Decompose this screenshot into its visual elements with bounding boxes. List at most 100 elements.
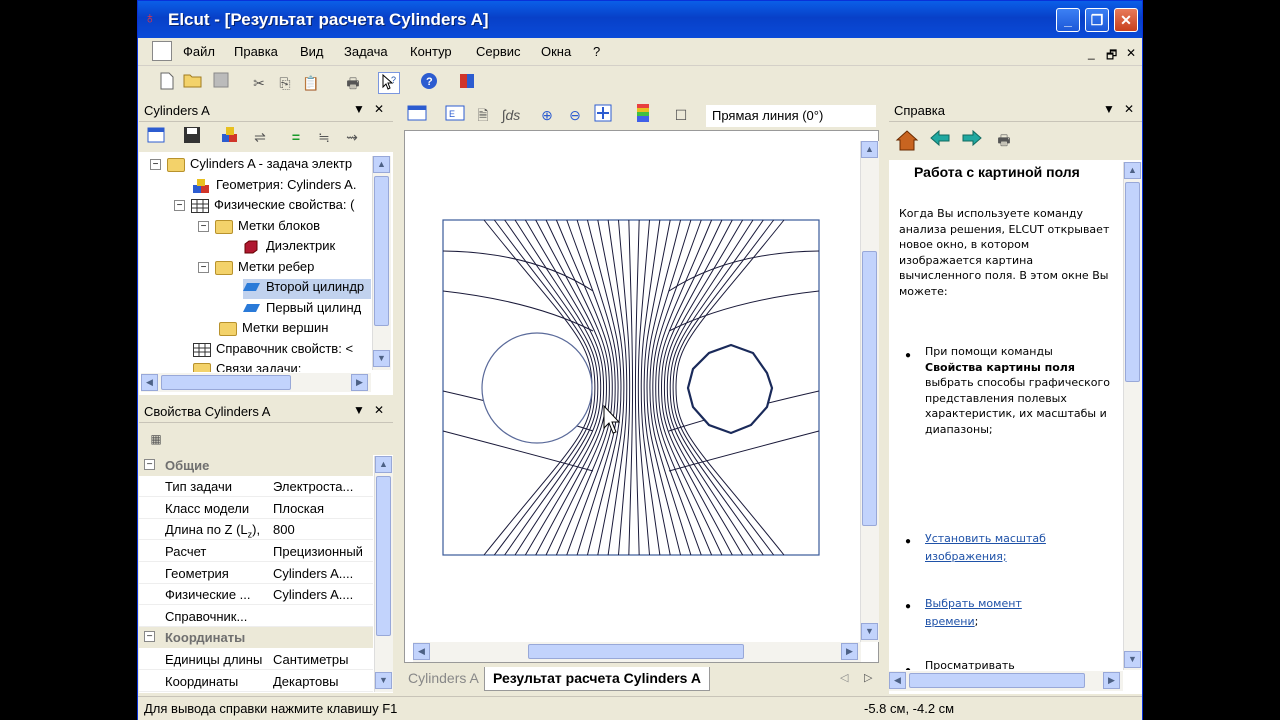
scroll-down-icon[interactable]: ▼ <box>375 672 392 689</box>
tree-item-first-cylinder[interactable]: Первый цилинд <box>243 300 371 320</box>
field-plot[interactable] <box>405 131 861 643</box>
scroll-thumb[interactable] <box>161 375 291 390</box>
view-window-icon[interactable] <box>145 126 167 148</box>
pane-close-icon[interactable]: ✕ <box>374 102 384 116</box>
save-icon[interactable] <box>210 72 232 94</box>
tree-item-edge-labels[interactable]: − Метки ребер <box>198 259 378 279</box>
property-row[interactable]: Координаты Декартовы <box>139 671 373 692</box>
menu-problem[interactable]: Задача <box>344 44 388 59</box>
scroll-right-icon[interactable]: ▶ <box>1103 672 1120 689</box>
scroll-thumb[interactable] <box>528 644 744 659</box>
scroll-left-icon[interactable]: ◀ <box>889 672 906 689</box>
property-row[interactable]: Класс модели Плоская <box>139 498 373 519</box>
window-view-icon[interactable] <box>406 104 428 126</box>
view-horizontal-scrollbar[interactable]: ◀ ▶ <box>413 642 861 662</box>
menu-windows[interactable]: Окна <box>541 44 571 59</box>
results-icon[interactable]: ≒ <box>313 126 335 148</box>
zoom-in-icon[interactable]: ⊕ <box>536 104 558 126</box>
property-row[interactable]: Физические ... Cylinders A.... <box>139 584 373 605</box>
tree-vertical-scrollbar[interactable]: ▲ ▼ <box>372 156 391 370</box>
property-category[interactable]: − Координаты <box>139 627 373 648</box>
collapse-icon[interactable]: − <box>198 262 209 274</box>
tree-horizontal-scrollbar[interactable]: ◀ ▶ <box>141 373 371 392</box>
menu-service[interactable]: Сервис <box>476 44 521 59</box>
help-icon[interactable]: ? <box>418 72 440 94</box>
scroll-up-icon[interactable]: ▲ <box>861 141 878 158</box>
menu-contour[interactable]: Контур <box>410 44 452 59</box>
menu-edit[interactable]: Правка <box>234 44 278 59</box>
book-icon[interactable] <box>456 72 478 94</box>
maximize-button[interactable]: ❐ <box>1085 8 1109 32</box>
close-button[interactable]: ✕ <box>1114 8 1138 32</box>
copy-icon[interactable]: ⎘ <box>274 72 296 94</box>
collapse-icon[interactable]: − <box>144 459 155 470</box>
back-arrow-icon[interactable] <box>929 129 951 151</box>
tab-scroll-left-icon[interactable]: ◁ <box>840 671 848 684</box>
context-help-icon[interactable]: ? <box>378 72 400 94</box>
home-icon[interactable] <box>895 129 919 151</box>
scroll-thumb[interactable] <box>862 251 877 526</box>
help-link-time[interactable]: Выбрать момент времени; <box>925 595 1065 630</box>
tree-item-problem[interactable]: − Cylinders A - задача электр <box>150 156 370 176</box>
new-contour-icon[interactable]: ☐ <box>670 104 692 126</box>
print-icon[interactable]: 🖶 <box>993 129 1015 151</box>
property-category[interactable]: − Общие <box>139 455 373 476</box>
zoom-fit-icon[interactable] <box>592 104 614 126</box>
property-row[interactable]: Длина по Z (Lz), 800 <box>139 519 373 540</box>
mdi-close-button[interactable]: ✕ <box>1126 46 1136 60</box>
help-link-scale[interactable]: Установить масштаб изображения; <box>925 530 1065 565</box>
tree-item-coupling[interactable]: Связи задачи: <box>193 361 373 372</box>
scroll-thumb[interactable] <box>1125 182 1140 382</box>
analyze-icon[interactable]: ⇝ <box>341 126 363 148</box>
view-vertical-scrollbar[interactable]: ▲ ▼ <box>860 141 879 642</box>
edit-data-icon[interactable]: ⇌ <box>249 126 271 148</box>
geometry-icon[interactable] <box>219 126 241 148</box>
menu-help[interactable]: ? <box>593 44 600 59</box>
scroll-right-icon[interactable]: ▶ <box>351 374 368 391</box>
title-bar[interactable]: ♁ Elcut - [Результат расчета Cylinders A… <box>138 1 1142 38</box>
pane-close-icon[interactable]: ✕ <box>1124 102 1134 116</box>
scroll-thumb[interactable] <box>376 476 391 636</box>
tab-cylinders-a[interactable]: Cylinders A <box>400 667 487 691</box>
mdi-restore-button[interactable]: 🗗 <box>1106 46 1117 67</box>
property-row[interactable]: Единицы длины Сантиметры <box>139 649 373 670</box>
scroll-up-icon[interactable]: ▲ <box>373 156 390 173</box>
tree-item-second-cylinder[interactable]: Второй цилиндр <box>243 279 371 299</box>
solve-icon[interactable]: = <box>285 126 307 148</box>
tab-results-cylinders-a[interactable]: Результат расчета Cylinders A <box>484 667 710 691</box>
pane-menu-icon[interactable]: ▼ <box>353 403 365 417</box>
tree-item-geometry[interactable]: Геометрия: Cylinders A. <box>193 177 373 197</box>
save-problem-icon[interactable] <box>181 126 203 148</box>
pane-menu-icon[interactable]: ▼ <box>1103 102 1115 116</box>
collapse-icon[interactable]: − <box>174 200 185 212</box>
zoom-out-icon[interactable]: ⊖ <box>564 104 586 126</box>
property-row[interactable]: Расчет Прецизионный <box>139 541 373 562</box>
scroll-up-icon[interactable]: ▲ <box>1124 162 1141 179</box>
scroll-left-icon[interactable]: ◀ <box>141 374 158 391</box>
minimize-button[interactable]: _ <box>1056 8 1080 32</box>
scroll-left-icon[interactable]: ◀ <box>413 643 430 660</box>
categorized-icon[interactable]: ▦ <box>145 428 167 450</box>
integral-icon[interactable]: ∫ds <box>500 104 522 126</box>
tab-scroll-right-icon[interactable]: ▷ <box>864 671 872 684</box>
open-folder-icon[interactable] <box>182 72 204 94</box>
mdi-minimize-button[interactable]: _ <box>1088 46 1095 60</box>
scroll-thumb[interactable] <box>909 673 1085 688</box>
menu-file[interactable]: Файл <box>183 44 215 59</box>
tree-item-dielectric[interactable]: Диэлектрик <box>243 238 383 258</box>
contour-type-field[interactable]: Прямая линия (0°) <box>706 105 876 127</box>
tree-item-library[interactable]: Справочник свойств: < <box>193 341 373 361</box>
help-horizontal-scrollbar[interactable]: ◀ ▶ <box>889 671 1123 691</box>
print-icon[interactable]: 🖶 <box>342 72 364 94</box>
property-row[interactable]: Геометрия Cylinders A.... <box>139 563 373 584</box>
cut-icon[interactable]: ✂ <box>248 72 270 94</box>
scroll-thumb[interactable] <box>374 176 389 326</box>
scroll-right-icon[interactable]: ▶ <box>841 643 858 660</box>
property-row[interactable]: Справочник... <box>139 606 373 627</box>
scroll-down-icon[interactable]: ▼ <box>861 623 878 640</box>
properties-vertical-scrollbar[interactable]: ▲ ▼ <box>374 456 393 692</box>
tree-item-physical-properties[interactable]: − Физические свойства: ( <box>174 197 374 217</box>
new-file-icon[interactable] <box>156 72 178 94</box>
property-row[interactable]: Тип задачи Электроста... <box>139 476 373 497</box>
scroll-down-icon[interactable]: ▼ <box>1124 651 1141 668</box>
